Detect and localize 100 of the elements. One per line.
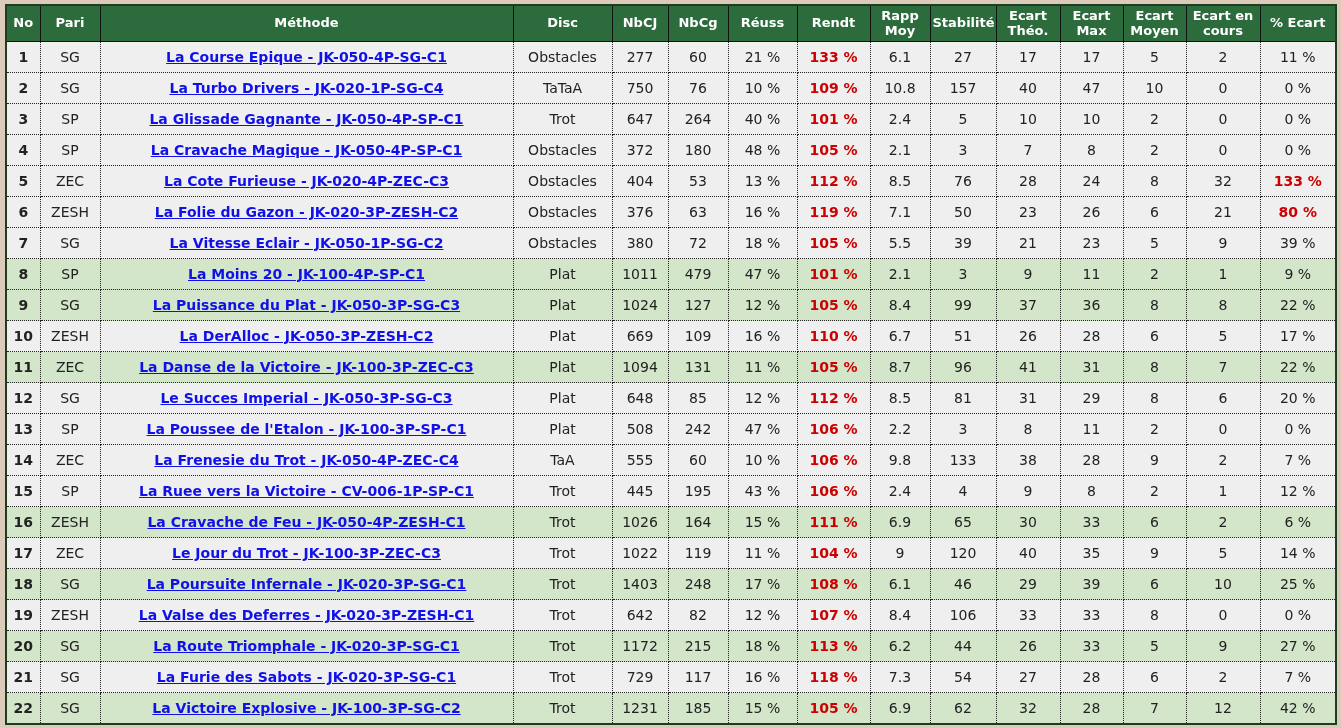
table-cell: 729: [612, 661, 668, 693]
table-cell: 76: [930, 165, 996, 197]
column-header: Ecart Max: [1060, 5, 1123, 42]
yield-cell: 112 %: [797, 165, 870, 197]
table-cell: 372: [612, 134, 668, 166]
table-cell: ZEC: [40, 537, 100, 569]
table-cell: 750: [612, 72, 668, 104]
table-cell: Plat: [513, 320, 612, 352]
table-cell: 48 %: [728, 134, 797, 166]
table-cell: SG: [40, 630, 100, 662]
table-cell: 6.1: [870, 41, 930, 73]
table-cell: 33: [1060, 599, 1123, 631]
table-cell: 63: [668, 196, 728, 228]
table-cell: 62: [930, 692, 996, 724]
table-cell: 10: [1186, 568, 1260, 600]
row-number: 6: [6, 196, 40, 228]
table-cell: 12 %: [728, 382, 797, 414]
table-cell: 5: [930, 103, 996, 135]
table-cell: 23: [996, 196, 1060, 228]
table-cell: 2.4: [870, 475, 930, 507]
row-number: 9: [6, 289, 40, 321]
table-cell: 41: [996, 351, 1060, 383]
column-header: NbCJ: [612, 5, 668, 42]
table-cell: 29: [996, 568, 1060, 600]
row-number: 20: [6, 630, 40, 662]
table-cell: 647: [612, 103, 668, 135]
table-cell: 15 %: [728, 506, 797, 538]
table-cell: 18 %: [728, 227, 797, 259]
table-cell: SG: [40, 692, 100, 724]
table-cell: 7: [1123, 692, 1186, 724]
table-cell: 11 %: [728, 537, 797, 569]
yield-cell: 113 %: [797, 630, 870, 662]
table-cell: 8: [1123, 599, 1186, 631]
column-header: Ecart Moyen: [1123, 5, 1186, 42]
table-cell: 8.4: [870, 289, 930, 321]
table-cell: 2.4: [870, 103, 930, 135]
column-header: Pari: [40, 5, 100, 42]
row-number: 12: [6, 382, 40, 414]
yield-cell: 105 %: [797, 692, 870, 724]
table-cell: 7.1: [870, 196, 930, 228]
table-cell: 33: [1060, 506, 1123, 538]
table-cell: 31: [996, 382, 1060, 414]
table-cell: 28: [1060, 444, 1123, 476]
table-cell: 3: [930, 134, 996, 166]
column-header: Disc: [513, 5, 612, 42]
table-cell: 120: [930, 537, 996, 569]
table-cell: 9: [996, 475, 1060, 507]
table-cell: 0: [1186, 103, 1260, 135]
yield-cell: 111 %: [797, 506, 870, 538]
table-cell: 3: [930, 258, 996, 290]
row-number: 14: [6, 444, 40, 476]
table-cell: 10: [1123, 72, 1186, 104]
table-cell: 38: [996, 444, 1060, 476]
table-cell: Plat: [513, 289, 612, 321]
table-cell: Trot: [513, 103, 612, 135]
table-cell: 404: [612, 165, 668, 197]
table-cell: 8.5: [870, 165, 930, 197]
table-cell: 1011: [612, 258, 668, 290]
gap-percent-cell: 27 %: [1260, 630, 1336, 662]
yield-cell: 106 %: [797, 413, 870, 445]
table-cell: 242: [668, 413, 728, 445]
table-cell: SP: [40, 258, 100, 290]
table-cell: 28: [1060, 692, 1123, 724]
column-header: % Ecart: [1260, 5, 1336, 42]
table-cell: 17: [1060, 41, 1123, 73]
table-cell: 17 %: [728, 568, 797, 600]
column-header: Réuss: [728, 5, 797, 42]
table-cell: 5: [1186, 320, 1260, 352]
table-cell: 2: [1123, 475, 1186, 507]
yield-cell: 112 %: [797, 382, 870, 414]
table-cell: 35: [1060, 537, 1123, 569]
table-cell: ZEC: [40, 165, 100, 197]
table-cell: 21 %: [728, 41, 797, 73]
row-number: 16: [6, 506, 40, 538]
table-cell: 6: [1123, 568, 1186, 600]
table-cell: ZEC: [40, 351, 100, 383]
table-cell: 8: [996, 413, 1060, 445]
table-cell: 9: [1186, 630, 1260, 662]
table-cell: 5: [1186, 537, 1260, 569]
table-cell: 33: [1060, 630, 1123, 662]
column-header: NbCg: [668, 5, 728, 42]
gap-percent-cell: 42 %: [1260, 692, 1336, 724]
table-cell: 277: [612, 41, 668, 73]
table-cell: 10.8: [870, 72, 930, 104]
table-cell: 16 %: [728, 320, 797, 352]
table-cell: Trot: [513, 475, 612, 507]
table-cell: 44: [930, 630, 996, 662]
yield-cell: 101 %: [797, 103, 870, 135]
table-cell: 180: [668, 134, 728, 166]
table-cell: Plat: [513, 258, 612, 290]
table-cell: Trot: [513, 692, 612, 724]
table-cell: 60: [668, 41, 728, 73]
table-cell: 11: [1060, 413, 1123, 445]
table-cell: 195: [668, 475, 728, 507]
table-cell: 2: [1186, 661, 1260, 693]
table-cell: 669: [612, 320, 668, 352]
table-cell: Obstacles: [513, 227, 612, 259]
table-cell: SG: [40, 41, 100, 73]
yield-cell: 101 %: [797, 258, 870, 290]
table-cell: ZESH: [40, 196, 100, 228]
